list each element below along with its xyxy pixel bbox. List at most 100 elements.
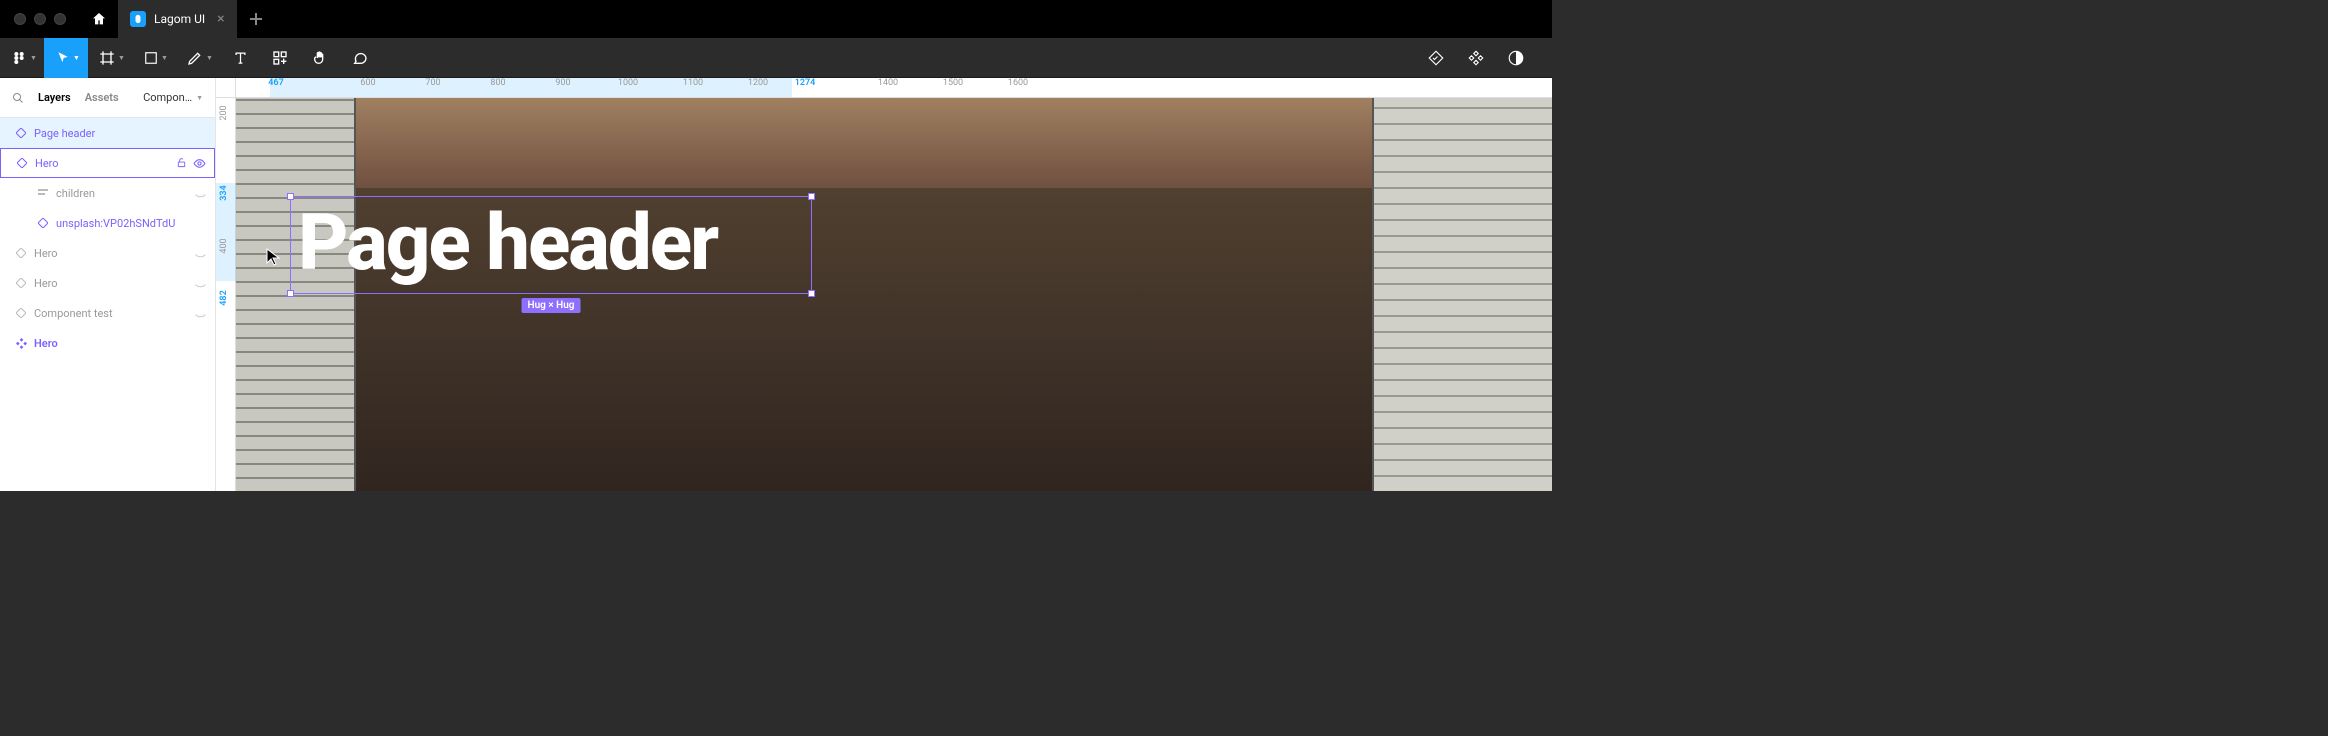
hidden-icon[interactable] — [194, 277, 207, 290]
ruler-tick: 600 — [360, 78, 375, 88]
ruler-tick: 334 — [219, 183, 229, 203]
home-tab[interactable] — [80, 0, 118, 38]
close-window-button[interactable] — [14, 13, 26, 25]
component-icon — [1467, 49, 1485, 67]
left-panel: Layers Assets Compon… ▼ Page header Hero — [0, 78, 216, 491]
hidden-icon[interactable] — [194, 247, 207, 260]
pen-tool-button[interactable]: ▼ — [176, 38, 220, 78]
mask-button[interactable] — [1496, 38, 1536, 78]
plus-icon — [250, 13, 262, 25]
layer-page-header[interactable]: Page header — [0, 118, 215, 148]
vertical-ruler[interactable]: 200 334 400 482 — [216, 98, 236, 491]
layer-hero-2[interactable]: Hero — [0, 238, 215, 268]
layer-hero-selected[interactable]: Hero — [0, 148, 215, 178]
instance-icon — [15, 158, 29, 168]
bg-building-right — [1372, 98, 1552, 491]
file-tab[interactable]: Lagom UI × — [118, 0, 237, 38]
reset-icon — [1427, 49, 1445, 67]
canvas-area: 467 600 700 800 900 1000 1100 1200 1274 … — [216, 78, 1552, 491]
cursor-icon — [56, 51, 70, 65]
instance-icon — [14, 248, 28, 258]
comment-icon — [352, 50, 368, 66]
instance-icon — [14, 308, 28, 318]
chevron-down-icon: ▼ — [30, 54, 37, 62]
ruler-tick: 1000 — [618, 78, 638, 88]
toolbar: ▼ ▼ ▼ ▼ ▼ — [0, 38, 1552, 78]
layer-label: unsplash:VP02hSNdTdU — [56, 217, 175, 230]
rectangle-icon — [144, 51, 158, 65]
search-button[interactable] — [12, 92, 24, 104]
resize-handle-bl[interactable] — [287, 290, 294, 297]
frame-tool-button[interactable]: ▼ — [88, 38, 132, 78]
layer-hero-3[interactable]: Hero — [0, 268, 215, 298]
chevron-down-icon: ▼ — [196, 94, 203, 102]
main-menu-button[interactable]: ▼ — [0, 38, 44, 78]
layer-label: Hero — [34, 247, 58, 260]
move-tool-button[interactable]: ▼ — [44, 38, 88, 78]
text-tool-button[interactable] — [220, 38, 260, 78]
ruler-tick: 1400 — [878, 78, 898, 88]
ruler-tick: 700 — [425, 78, 440, 88]
layer-unsplash[interactable]: unsplash:VP02hSNdTdU — [0, 208, 215, 238]
layers-tab[interactable]: Layers — [38, 91, 71, 104]
comment-tool-button[interactable] — [340, 38, 380, 78]
horizontal-ruler[interactable]: 467 600 700 800 900 1000 1100 1200 1274 … — [236, 78, 1552, 98]
close-tab-icon[interactable]: × — [217, 11, 224, 27]
hidden-icon[interactable] — [194, 187, 207, 200]
hand-icon — [312, 50, 328, 66]
new-tab-button[interactable] — [237, 0, 275, 38]
autolayout-icon — [36, 188, 50, 198]
figma-logo-icon — [11, 50, 27, 66]
ruler-tick: 200 — [219, 103, 229, 123]
ruler-tick: 1600 — [1008, 78, 1028, 88]
ruler-tick: 1200 — [748, 78, 768, 88]
hand-tool-button[interactable] — [300, 38, 340, 78]
frame-icon — [99, 50, 115, 66]
assets-tab[interactable]: Assets — [85, 91, 119, 104]
component-button[interactable] — [1456, 38, 1496, 78]
ruler-tick: 467 — [268, 78, 283, 88]
resize-handle-br[interactable] — [808, 290, 815, 297]
ruler-tick: 482 — [219, 288, 229, 308]
maximize-window-button[interactable] — [54, 13, 66, 25]
mask-icon — [1507, 49, 1525, 67]
text-icon — [233, 50, 248, 65]
sizing-badge: Hug × Hug — [522, 298, 581, 313]
layer-hero-master[interactable]: Hero — [0, 328, 215, 358]
resize-handle-tl[interactable] — [287, 193, 294, 200]
search-icon — [12, 92, 24, 104]
minimize-window-button[interactable] — [34, 13, 46, 25]
instance-icon — [14, 278, 28, 288]
page-selector[interactable]: Compon… ▼ — [143, 91, 203, 104]
ruler-tick: 1274 — [795, 78, 816, 88]
bg-building-mid — [356, 98, 1372, 188]
hidden-icon[interactable] — [194, 307, 207, 320]
layer-label: Hero — [34, 277, 58, 290]
main-area: Layers Assets Compon… ▼ Page header Hero — [0, 78, 1552, 491]
ruler-tick: 800 — [490, 78, 505, 88]
unlock-icon[interactable] — [176, 157, 187, 170]
layer-label: Hero — [34, 337, 58, 350]
layer-component-test[interactable]: Component test — [0, 298, 215, 328]
shape-tool-button[interactable]: ▼ — [132, 38, 176, 78]
canvas-background — [236, 98, 1552, 491]
layer-label: Page header — [34, 127, 95, 140]
canvas[interactable]: Page header Hug × Hug — [236, 98, 1552, 491]
figma-file-icon — [130, 11, 146, 27]
resources-button[interactable] — [260, 38, 300, 78]
home-icon — [91, 11, 107, 27]
resize-handle-tr[interactable] — [808, 193, 815, 200]
chevron-down-icon: ▼ — [206, 54, 213, 62]
panel-tabs: Layers Assets Compon… ▼ — [0, 78, 215, 118]
ruler-selection-h — [270, 78, 792, 98]
reset-overrides-button[interactable] — [1416, 38, 1456, 78]
resources-icon — [272, 50, 288, 66]
layer-children[interactable]: children — [0, 178, 215, 208]
layer-label: children — [56, 187, 95, 200]
titlebar: Lagom UI × — [0, 0, 1552, 38]
visibility-icon[interactable] — [193, 157, 206, 170]
page-selector-label: Compon… — [143, 91, 192, 104]
selection-box[interactable] — [290, 196, 812, 294]
pen-icon — [187, 50, 203, 66]
ruler-tick: 900 — [555, 78, 570, 88]
